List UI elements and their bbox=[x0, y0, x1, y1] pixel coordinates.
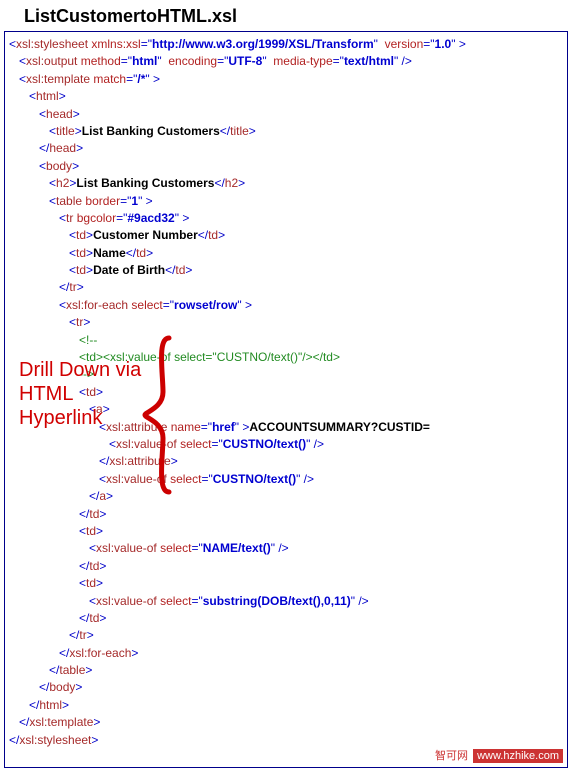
code-line: <xsl:stylesheet xmlns:xsl="http://www.w3… bbox=[9, 36, 563, 53]
code-viewer: <xsl:stylesheet xmlns:xsl="http://www.w3… bbox=[4, 31, 568, 768]
code-line: <xsl:for-each select="rowset/row" > bbox=[9, 297, 563, 314]
watermark-url: www.hzhike.com bbox=[473, 749, 563, 763]
curly-brace-icon bbox=[139, 334, 175, 496]
code-line: <xsl:template match="/*" > bbox=[9, 71, 563, 88]
code-line: </td> bbox=[9, 558, 563, 575]
code-line: </a> bbox=[9, 488, 563, 505]
code-line: <tr> bbox=[9, 314, 563, 331]
code-line: <xsl:value-of select="CUSTNO/text()" /> bbox=[9, 436, 563, 453]
code-line: <xsl:value-of select="CUSTNO/text()" /> bbox=[9, 471, 563, 488]
code-line: <td>Customer Number</td> bbox=[9, 227, 563, 244]
annotation-label: Drill Down via HTML Hyperlink bbox=[19, 358, 159, 430]
code-line: <td>Name</td> bbox=[9, 245, 563, 262]
file-title: ListCustomertoHTML.xsl bbox=[24, 6, 568, 27]
code-line: <td> bbox=[9, 575, 563, 592]
code-line: </html> bbox=[9, 697, 563, 714]
code-line: <!-- bbox=[9, 332, 563, 349]
code-line: <xsl:value-of select="NAME/text()" /> bbox=[9, 540, 563, 557]
code-line: </body> bbox=[9, 679, 563, 696]
code-line: </xsl:template> bbox=[9, 714, 563, 731]
code-line: <body> bbox=[9, 158, 563, 175]
code-line: <h2>List Banking Customers</h2> bbox=[9, 175, 563, 192]
code-line: <title>List Banking Customers</title> bbox=[9, 123, 563, 140]
code-line: </xsl:for-each> bbox=[9, 645, 563, 662]
code-line: <td>Date of Birth</td> bbox=[9, 262, 563, 279]
code-line: </td> bbox=[9, 506, 563, 523]
code-line: </tr> bbox=[9, 627, 563, 644]
code-line: <td> bbox=[9, 523, 563, 540]
code-line: </xsl:stylesheet> bbox=[9, 732, 563, 749]
code-line: <xsl:value-of select="substring(DOB/text… bbox=[9, 593, 563, 610]
watermark: 智可网 www.hzhike.com bbox=[435, 749, 563, 765]
code-line: </tr> bbox=[9, 279, 563, 296]
code-line: <html> bbox=[9, 88, 563, 105]
code-line: <xsl:output method="html" encoding="UTF-… bbox=[9, 53, 563, 70]
code-line: </head> bbox=[9, 140, 563, 157]
code-line: <table border="1" > bbox=[9, 193, 563, 210]
watermark-text: 智可网 bbox=[435, 750, 468, 762]
code-line: </td> bbox=[9, 610, 563, 627]
code-line: </xsl:attribute> bbox=[9, 453, 563, 470]
code-line: </table> bbox=[9, 662, 563, 679]
code-line: <tr bgcolor="#9acd32" > bbox=[9, 210, 563, 227]
code-line: <head> bbox=[9, 106, 563, 123]
